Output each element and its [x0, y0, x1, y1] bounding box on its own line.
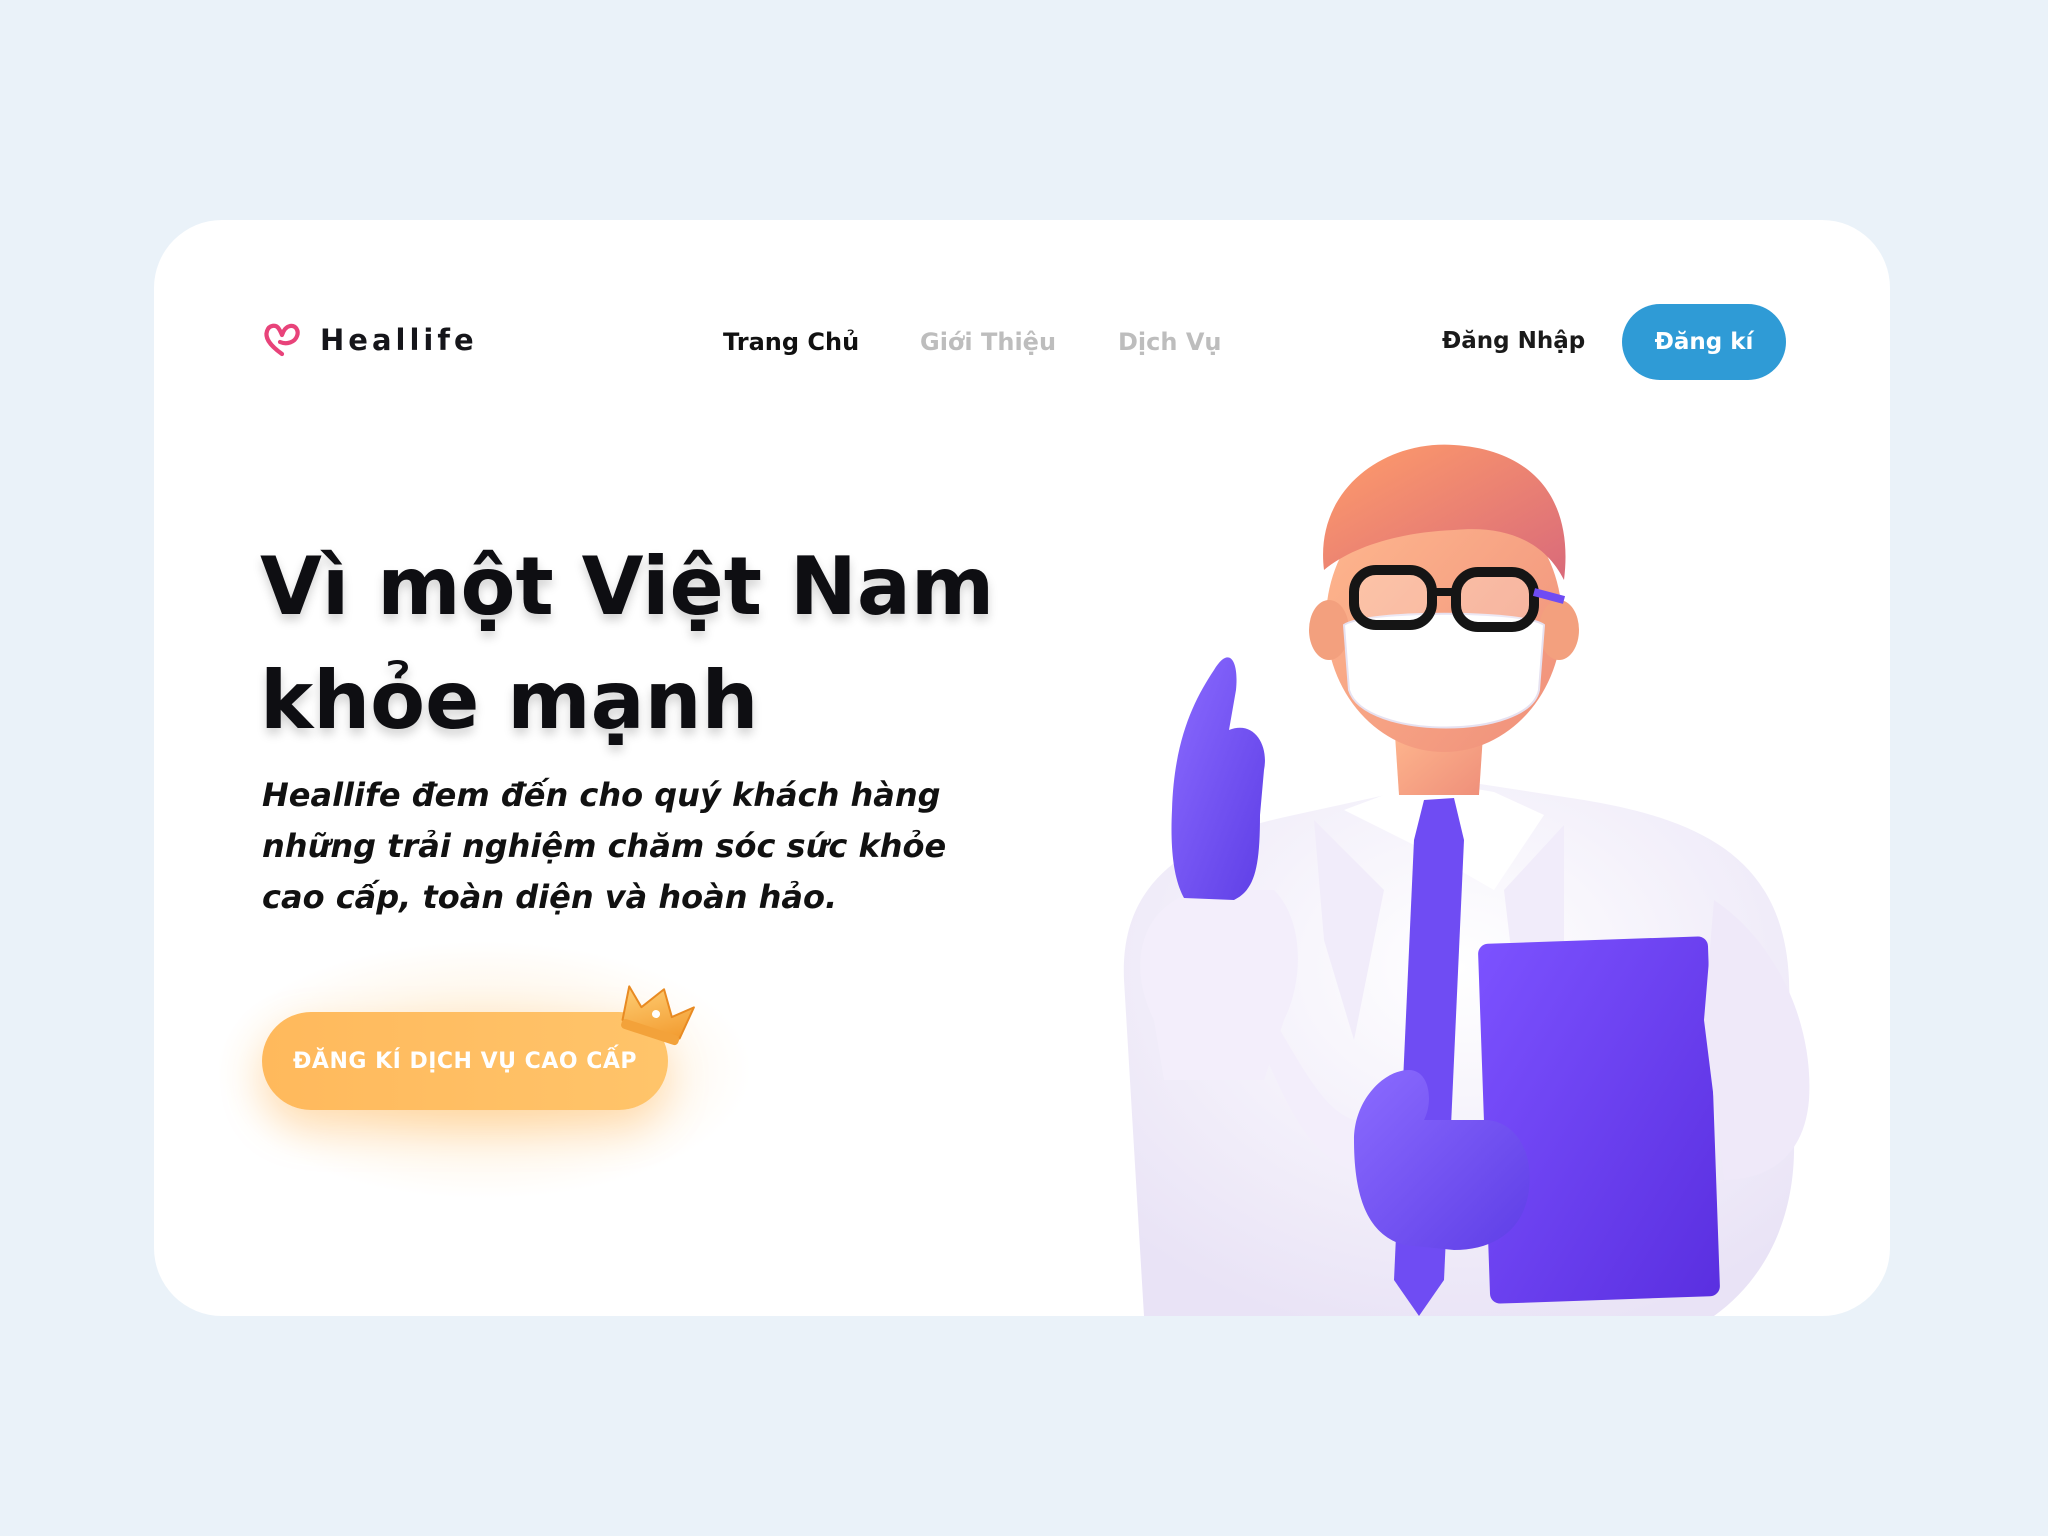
hero-subtitle-line: Heallife đem đến cho quý khách hàng: [262, 776, 941, 814]
hero-title-line: khỏe mạnh: [260, 654, 759, 747]
nav-item-services[interactable]: Dịch Vụ: [1118, 328, 1221, 356]
landing-card: Heallife Trang Chủ Giới Thiệu Dịch Vụ Đă…: [154, 220, 1890, 1316]
brand-logo[interactable]: Heallife: [262, 320, 478, 360]
hero-subtitle-line: những trải nghiệm chăm sóc sức khỏe: [262, 827, 947, 865]
hero-subtitle-line: cao cấp, toàn diện và hoàn hảo.: [262, 878, 838, 916]
hero-title: Vì một Việt Nam khỏe mạnh: [260, 530, 1020, 758]
brand-name: Heallife: [320, 323, 478, 357]
nav-item-home[interactable]: Trang Chủ: [723, 328, 859, 356]
nav-item-about[interactable]: Giới Thiệu: [920, 328, 1056, 356]
heart-icon: [264, 323, 300, 357]
login-link[interactable]: Đăng Nhập: [1442, 328, 1585, 354]
premium-signup-button[interactable]: ĐĂNG KÍ DỊCH VỤ CAO CẤP: [262, 1012, 668, 1110]
signup-button[interactable]: Đăng kí: [1622, 304, 1786, 380]
crown-icon: [621, 985, 695, 1046]
doctor-illustration: [1123, 444, 1810, 1316]
hero-title-line: Vì một Việt Nam: [260, 540, 995, 633]
hero-subtitle: Heallife đem đến cho quý khách hàng nhữn…: [262, 770, 982, 923]
